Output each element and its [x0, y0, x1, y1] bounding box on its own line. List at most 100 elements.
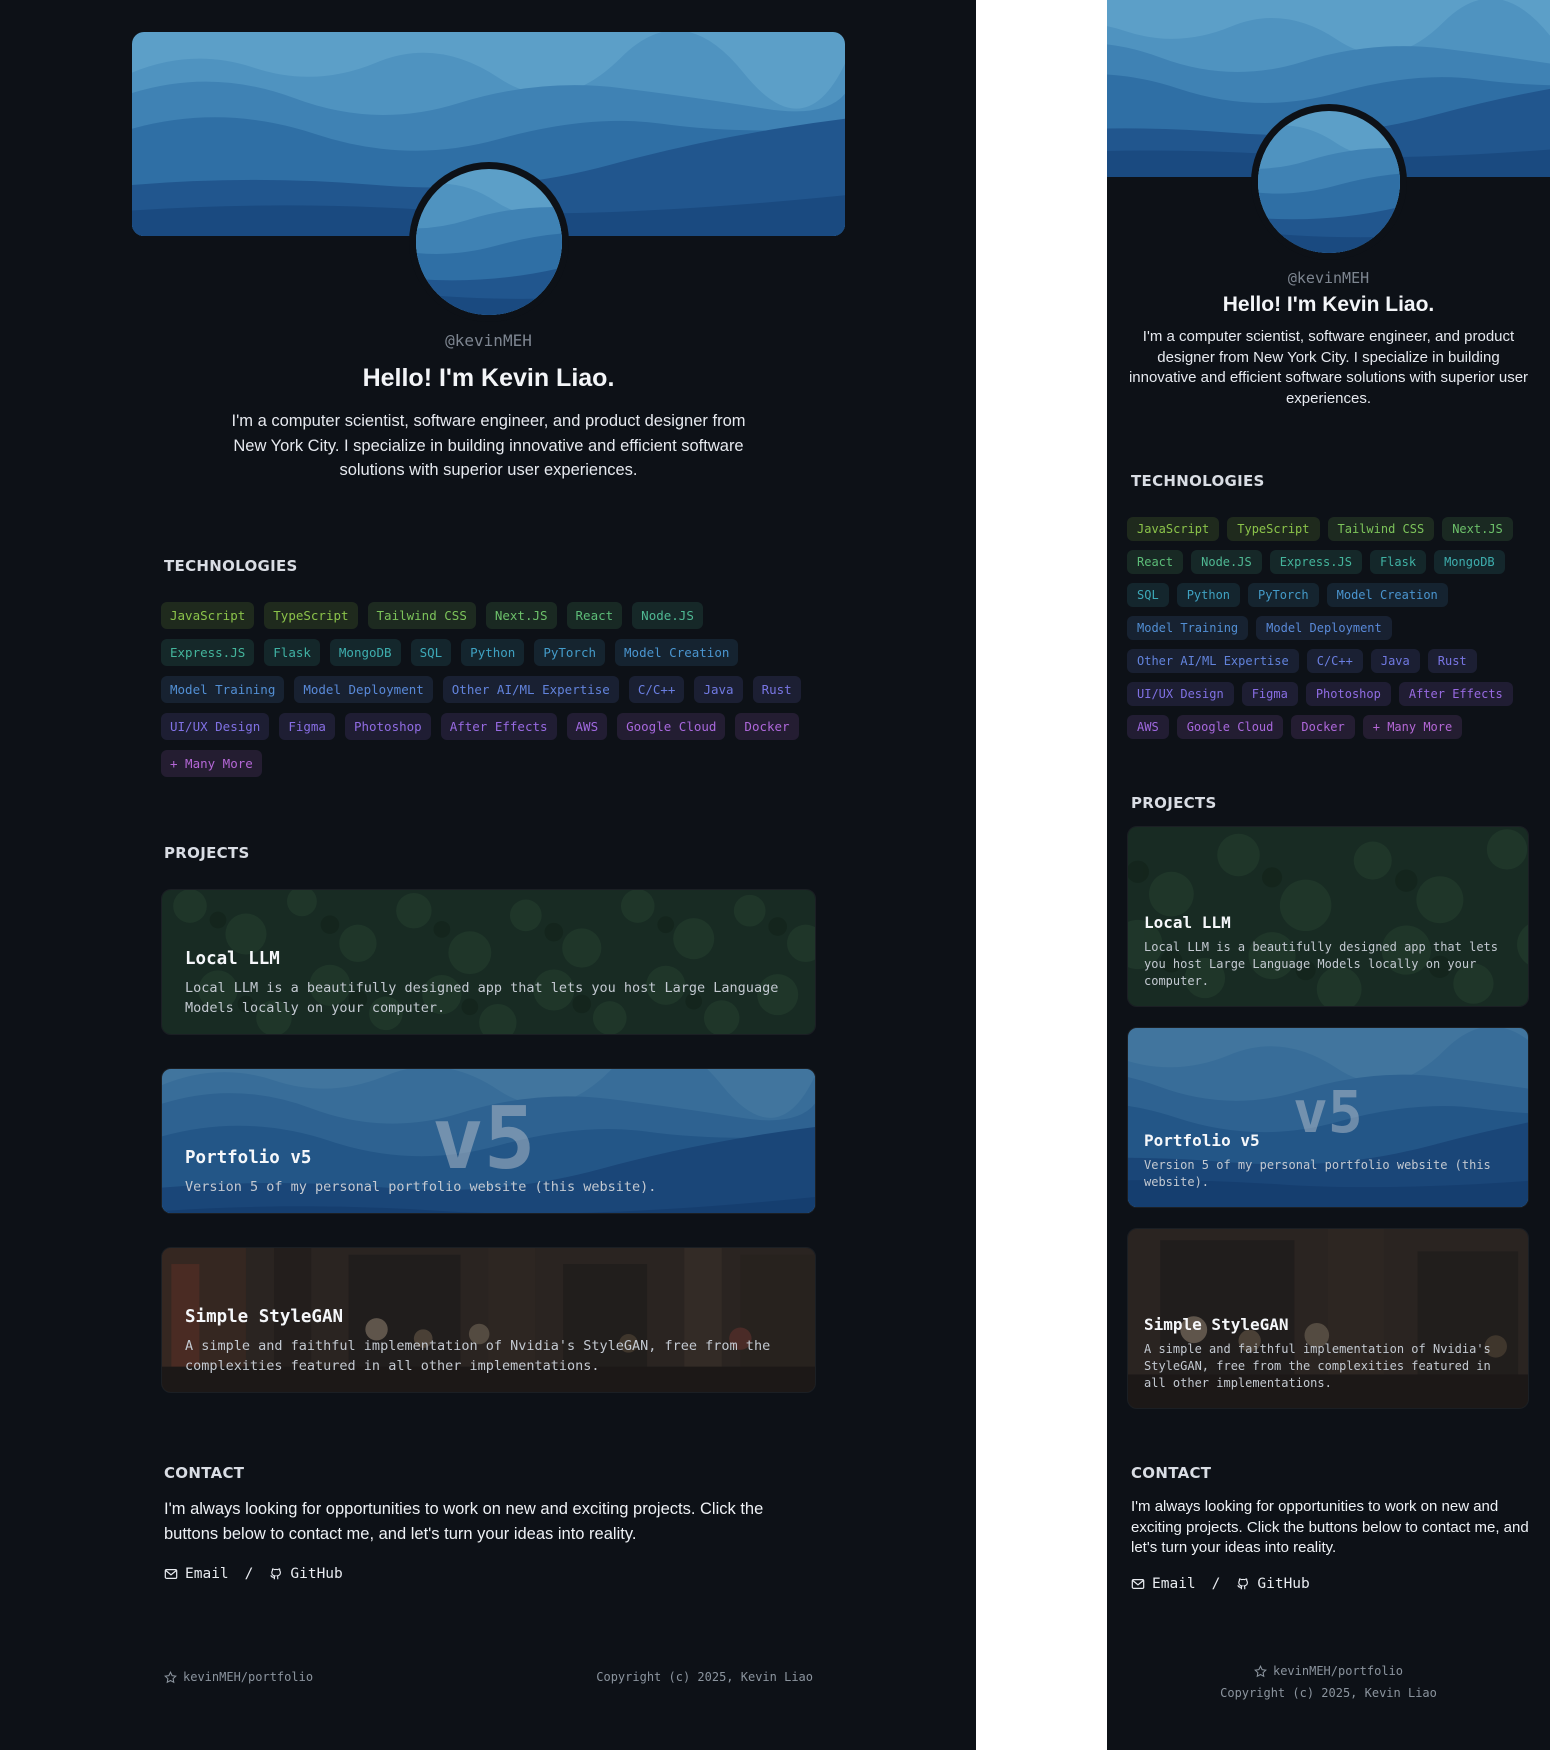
- footer-repo-link[interactable]: kevinMEH/portfolio: [1107, 1664, 1550, 1678]
- technology-tag: Express.JS: [161, 639, 255, 666]
- technology-tag: Node.JS: [632, 602, 703, 629]
- technology-tag: UI/UX Design: [1127, 682, 1234, 706]
- project-card-portfolio-v5[interactable]: v5 Portfolio v5 Version 5 of my personal…: [161, 1068, 816, 1214]
- project-title: Simple StyleGAN: [185, 1307, 344, 1327]
- technology-tag: Figma: [279, 713, 335, 740]
- project-card-local-llm[interactable]: Local LLM Local LLM is a beautifully des…: [1127, 826, 1529, 1007]
- technology-tag: Photoshop: [1305, 682, 1391, 706]
- link-separator: /: [244, 1566, 254, 1582]
- technology-tag: Tailwind CSS: [367, 602, 476, 629]
- github-link[interactable]: GitHub: [269, 1566, 343, 1582]
- technology-tag: + Many More: [161, 750, 262, 777]
- desktop-view: @kevinMEH Hello! I'm Kevin Liao. I'm a c…: [0, 0, 976, 1750]
- profile-bio: I'm a computer scientist, software engin…: [1128, 328, 1529, 407]
- technology-tag: After Effects: [1398, 682, 1513, 706]
- technology-tag: Rust: [1427, 649, 1477, 673]
- technology-tag: TypeScript: [264, 602, 358, 629]
- technology-tag: Java: [694, 676, 743, 703]
- project-title: Portfolio v5: [1144, 1131, 1260, 1150]
- project-description: Local LLM is a beautifully designed app …: [185, 980, 779, 1016]
- technology-tag: React: [566, 602, 623, 629]
- footer-repo-label: kevinMEH/portfolio: [183, 1670, 314, 1684]
- section-title-projects: PROJECTS: [164, 844, 250, 862]
- project-description: Local LLM is a beautifully designed app …: [1144, 940, 1499, 988]
- section-title-technologies: TECHNOLOGIES: [164, 557, 298, 575]
- github-link-label: GitHub: [1257, 1576, 1310, 1592]
- github-icon: [1237, 1578, 1249, 1590]
- github-icon: [270, 1568, 282, 1580]
- technology-tag: Python: [461, 639, 525, 666]
- footer-repo-link[interactable]: kevinMEH/portfolio: [164, 1670, 313, 1684]
- technology-tag: SQL: [1127, 583, 1169, 607]
- technology-tag: Model Creation: [1326, 583, 1448, 607]
- section-title-technologies: TECHNOLOGIES: [1131, 472, 1265, 490]
- avatar: [1251, 104, 1407, 260]
- avatar: [409, 162, 569, 322]
- technology-tag: Java: [1370, 649, 1420, 673]
- technology-tag: Model Deployment: [294, 676, 433, 703]
- technology-tag: SQL: [410, 639, 452, 666]
- project-card-simple-stylegan[interactable]: Simple StyleGAN A simple and faithful im…: [1127, 1228, 1529, 1409]
- star-icon: [1254, 1664, 1267, 1677]
- email-link[interactable]: Email: [164, 1566, 229, 1582]
- section-title-contact: CONTACT: [1131, 1464, 1212, 1482]
- technology-tag: C/C++: [628, 676, 685, 703]
- technology-tag: Node.JS: [1191, 550, 1262, 574]
- technology-tag: After Effects: [440, 713, 557, 740]
- technology-tag: MongoDB: [329, 639, 401, 666]
- technology-tag: Model Creation: [615, 639, 739, 666]
- github-link[interactable]: GitHub: [1236, 1576, 1310, 1592]
- technology-tag: JavaScript: [1127, 517, 1220, 541]
- project-card-simple-stylegan[interactable]: Simple StyleGAN A simple and faithful im…: [161, 1247, 816, 1393]
- project-title: Local LLM: [185, 949, 280, 969]
- technology-tag: React: [1127, 550, 1184, 574]
- technology-tag: UI/UX Design: [161, 713, 270, 740]
- technology-tag: Model Training: [1127, 616, 1249, 640]
- footer-repo-label: kevinMEH/portfolio: [1272, 1664, 1404, 1678]
- project-card-portfolio-v5[interactable]: v5 Portfolio v5 Version 5 of my personal…: [1127, 1027, 1529, 1208]
- technology-tags: JavaScript TypeScript Tailwind CSS Next.JS R…: [1127, 517, 1542, 739]
- project-title: Simple StyleGAN: [1144, 1315, 1289, 1334]
- github-link-label: GitHub: [290, 1566, 343, 1582]
- profile-handle: @kevinMEH: [445, 331, 532, 350]
- technology-tag: Model Training: [161, 676, 285, 703]
- project-card-local-llm[interactable]: Local LLM Local LLM is a beautifully des…: [161, 889, 816, 1035]
- technology-tag: JavaScript: [161, 602, 255, 629]
- technology-tag: Google Cloud: [1176, 715, 1284, 739]
- contact-links: Email / GitHub: [164, 1566, 343, 1582]
- contact-text: I'm always looking for opportunities to …: [1131, 1498, 1529, 1556]
- technology-tag: Rust: [752, 676, 801, 703]
- technology-tag: Python: [1176, 583, 1241, 607]
- technology-tag: Other AI/ML Expertise: [442, 676, 619, 703]
- technology-tag: Flask: [1369, 550, 1427, 574]
- technology-tag: PyTorch: [1248, 583, 1319, 607]
- technology-tag: Express.JS: [1269, 550, 1362, 574]
- contact-links: Email / GitHub: [1131, 1576, 1310, 1592]
- project-description: A simple and faithful implementation of …: [1144, 1342, 1491, 1390]
- technology-tag: Docker: [735, 713, 799, 740]
- project-title: Local LLM: [1144, 913, 1231, 932]
- section-title-projects: PROJECTS: [1131, 794, 1217, 812]
- mail-icon: [164, 1569, 178, 1579]
- project-description: Version 5 of my personal portfolio websi…: [185, 1179, 657, 1195]
- profile-bio: I'm a computer scientist, software engin…: [231, 412, 746, 479]
- project-list: Local LLM Local LLM is a beautifully des…: [1127, 826, 1529, 1409]
- footer-copyright: Copyright (c) 2025, Kevin Liao: [596, 1670, 813, 1684]
- footer-copyright: Copyright (c) 2025, Kevin Liao: [1220, 1686, 1437, 1700]
- technology-tag: Model Deployment: [1256, 616, 1392, 640]
- project-list: Local LLM Local LLM is a beautifully des…: [161, 889, 816, 1393]
- section-title-contact: CONTACT: [164, 1464, 245, 1482]
- technology-tag: TypeScript: [1227, 517, 1320, 541]
- technology-tag: Docker: [1291, 715, 1355, 739]
- project-description: Version 5 of my personal portfolio websi…: [1144, 1158, 1491, 1189]
- technology-tag: Tailwind CSS: [1327, 517, 1435, 541]
- technology-tag: AWS: [1127, 715, 1169, 739]
- technology-tag: C/C++: [1306, 649, 1363, 673]
- technology-tag: Flask: [264, 639, 320, 666]
- email-link[interactable]: Email: [1131, 1576, 1196, 1592]
- technology-tag: Photoshop: [344, 713, 431, 740]
- star-icon: [164, 1670, 177, 1683]
- technology-tag: Figma: [1241, 682, 1298, 706]
- technology-tag: PyTorch: [534, 639, 606, 666]
- link-separator: /: [1211, 1576, 1221, 1592]
